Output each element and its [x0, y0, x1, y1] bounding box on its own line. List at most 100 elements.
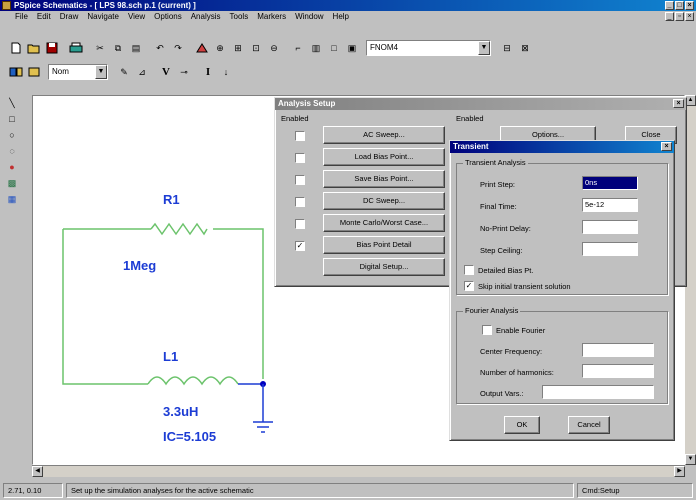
- menu-help[interactable]: Help: [333, 11, 349, 22]
- open-icon[interactable]: [26, 40, 42, 56]
- digital-setup-button[interactable]: Digital Setup...: [323, 258, 445, 276]
- undo-icon[interactable]: ↶: [152, 40, 168, 56]
- l1-ref-label[interactable]: L1: [163, 349, 178, 364]
- l1-ic-label[interactable]: IC=5.105: [163, 429, 216, 444]
- dc-sweep-checkbox[interactable]: [295, 197, 305, 207]
- menu-view[interactable]: View: [128, 11, 145, 22]
- menu-tools[interactable]: Tools: [230, 11, 249, 22]
- bias-point-checkbox[interactable]: ✓: [295, 241, 305, 251]
- draw-circle-icon[interactable]: ○: [4, 128, 20, 142]
- menu-draw[interactable]: Draw: [60, 11, 79, 22]
- draw-ellipse-icon[interactable]: ●: [4, 160, 20, 174]
- resistor-r1-symbol[interactable]: [150, 222, 208, 236]
- menu-edit[interactable]: Edit: [37, 11, 51, 22]
- sim-profile-combo[interactable]: Nom ▼: [48, 64, 108, 80]
- detailed-bias-checkbox[interactable]: [464, 265, 474, 275]
- enable-fourier-label: Enable Fourier: [496, 326, 546, 335]
- bias-point-button[interactable]: Bias Point Detail: [323, 236, 445, 254]
- ac-sweep-button[interactable]: AC Sweep...: [323, 126, 445, 144]
- print-step-input[interactable]: 0ns: [582, 176, 638, 190]
- scroll-right-icon[interactable]: ▶: [674, 466, 685, 477]
- menu-navigate[interactable]: Navigate: [87, 11, 119, 22]
- zoom-in-icon[interactable]: ⊕: [212, 40, 228, 56]
- menu-file[interactable]: File: [15, 11, 28, 22]
- get-part-icon[interactable]: ▣: [344, 40, 360, 56]
- zoom-out-icon[interactable]: ⊖: [266, 40, 282, 56]
- r1-ref-label[interactable]: R1: [163, 192, 180, 207]
- draw-block-icon[interactable]: □: [326, 40, 342, 56]
- horizontal-scrollbar[interactable]: ◀ ▶: [32, 465, 685, 477]
- output-vars-input[interactable]: [542, 385, 654, 399]
- new-icon[interactable]: [8, 40, 24, 56]
- center-frequency-input[interactable]: [582, 343, 654, 357]
- print-icon[interactable]: [68, 40, 84, 56]
- simulate-icon[interactable]: ⊟: [499, 40, 515, 56]
- scroll-down-icon[interactable]: ▼: [685, 454, 696, 465]
- redo-icon[interactable]: ↷: [170, 40, 186, 56]
- import-graphic-icon[interactable]: ▦: [4, 192, 20, 206]
- menu-markers[interactable]: Markers: [257, 11, 286, 22]
- no-print-delay-input[interactable]: [582, 220, 638, 234]
- cancel-button[interactable]: Cancel: [568, 416, 610, 434]
- save-bias-checkbox[interactable]: [295, 175, 305, 185]
- part-name-combo[interactable]: FNOM4 ▼: [366, 40, 491, 56]
- chevron-down-icon[interactable]: ▼: [95, 65, 107, 79]
- inductor-l1-symbol[interactable]: [147, 376, 239, 386]
- save-bias-button[interactable]: Save Bias Point...: [323, 170, 445, 188]
- final-time-input[interactable]: 5e-12: [582, 198, 638, 212]
- enable-fourier-checkbox[interactable]: [482, 325, 492, 335]
- doc-minimize-button[interactable]: _: [665, 12, 674, 21]
- dc-sweep-button[interactable]: DC Sweep...: [323, 192, 445, 210]
- ground-symbol[interactable]: [253, 384, 273, 433]
- edit-symbol-icon[interactable]: ⊿: [134, 64, 150, 80]
- zoom-area-icon[interactable]: ⊞: [230, 40, 246, 56]
- monte-carlo-checkbox[interactable]: [295, 219, 305, 229]
- draw-line-icon[interactable]: ╲: [4, 96, 20, 110]
- maximize-button[interactable]: □: [675, 1, 684, 10]
- menu-window[interactable]: Window: [295, 11, 323, 22]
- hierarchy-icon[interactable]: [8, 64, 24, 80]
- voltage-diff-icon[interactable]: ⊸: [176, 64, 192, 80]
- transient-title: Transient: [453, 142, 489, 151]
- current-marker-icon[interactable]: I: [200, 64, 216, 80]
- scroll-left-icon[interactable]: ◀: [32, 466, 43, 477]
- voltage-marker-icon[interactable]: V: [158, 64, 174, 80]
- close-icon[interactable]: ×: [673, 99, 684, 108]
- draw-bus-icon[interactable]: ▥: [308, 40, 324, 56]
- probe-icon[interactable]: ⊠: [517, 40, 533, 56]
- chevron-down-icon[interactable]: ▼: [478, 41, 490, 55]
- zoom-fit-icon[interactable]: ⊡: [248, 40, 264, 56]
- draw-arc-icon[interactable]: ◌: [4, 144, 20, 158]
- menu-options[interactable]: Options: [154, 11, 182, 22]
- skip-initial-checkbox[interactable]: ✓: [464, 281, 474, 291]
- step-ceiling-input[interactable]: [582, 242, 638, 256]
- number-harmonics-input[interactable]: [582, 364, 654, 378]
- draw-text-icon[interactable]: ▩: [4, 176, 20, 190]
- load-bias-button[interactable]: Load Bias Point...: [323, 148, 445, 166]
- cut-icon[interactable]: ✂: [92, 40, 108, 56]
- close-icon[interactable]: ×: [661, 142, 672, 151]
- final-time-label: Final Time:: [480, 202, 517, 211]
- r1-value-label[interactable]: 1Meg: [123, 258, 156, 273]
- l1-value-label[interactable]: 3.3uH: [163, 404, 198, 419]
- current-arrow-icon[interactable]: ↓: [218, 64, 234, 80]
- copy-icon[interactable]: ⧉: [110, 40, 126, 56]
- save-icon[interactable]: [44, 40, 60, 56]
- ok-button[interactable]: OK: [504, 416, 540, 434]
- paste-icon[interactable]: ▤: [128, 40, 144, 56]
- symbol-icon[interactable]: [26, 64, 42, 80]
- close-button[interactable]: ×: [685, 1, 694, 10]
- edit-attributes-icon[interactable]: ✎: [116, 64, 132, 80]
- draw-rect-icon[interactable]: □: [4, 112, 20, 126]
- menu-analysis[interactable]: Analysis: [191, 11, 221, 22]
- ac-sweep-checkbox[interactable]: [295, 131, 305, 141]
- monte-carlo-button[interactable]: Monte Carlo/Worst Case...: [323, 214, 445, 232]
- secondary-toolbar: Nom ▼ ✎ ⊿ V ⊸ I ↓: [0, 60, 696, 84]
- draw-wire-icon[interactable]: ⌐: [290, 40, 306, 56]
- minimize-button[interactable]: _: [665, 1, 674, 10]
- load-bias-checkbox[interactable]: [295, 153, 305, 163]
- place-part-icon[interactable]: [194, 40, 210, 56]
- status-mode: Cmd:Setup: [577, 483, 693, 498]
- doc-restore-button[interactable]: ▫: [675, 12, 684, 21]
- doc-close-button[interactable]: ×: [685, 12, 694, 21]
